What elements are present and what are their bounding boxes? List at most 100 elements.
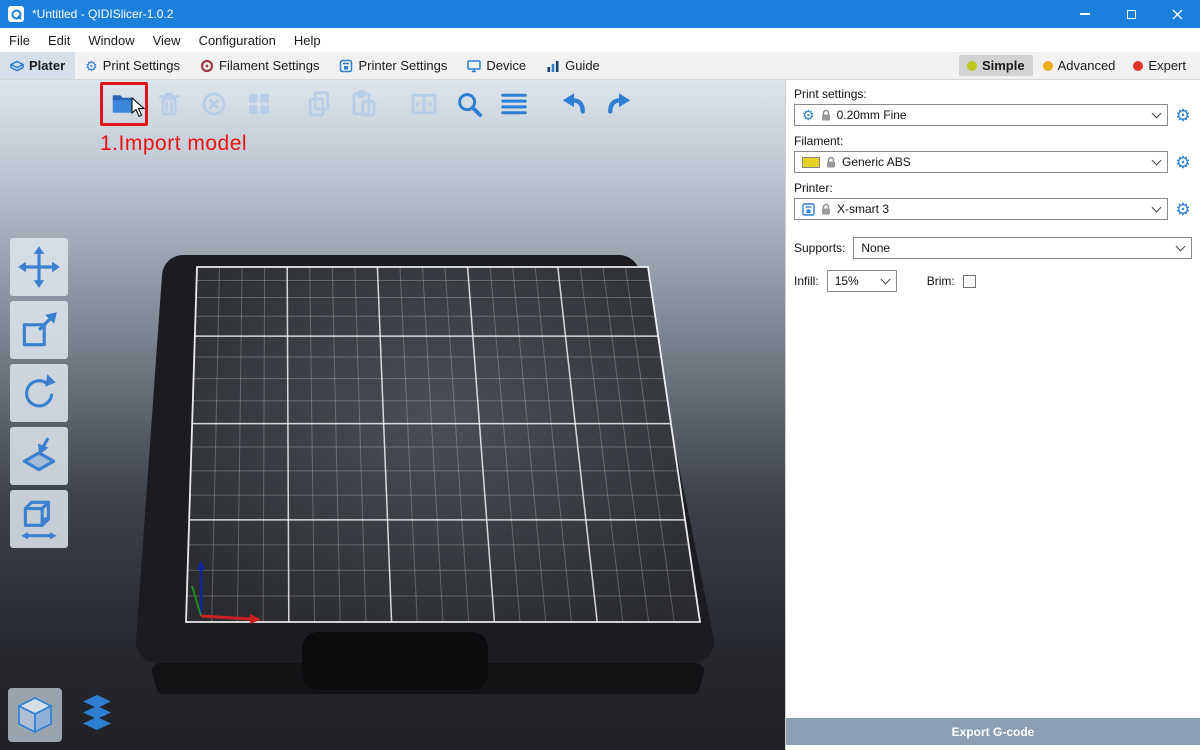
gear-icon: ⚙: [802, 108, 815, 122]
mode-advanced[interactable]: Advanced: [1035, 55, 1124, 76]
brim-checkbox[interactable]: [963, 275, 976, 288]
infill-select[interactable]: 15%: [827, 270, 897, 292]
delete-all-icon: [199, 89, 229, 119]
gear-icon: ⚙: [1175, 153, 1190, 172]
delete-button[interactable]: [151, 86, 187, 122]
tab-print-settings[interactable]: ⚙ Print Settings: [75, 52, 190, 79]
close-button[interactable]: [1154, 0, 1200, 28]
chevron-down-icon: [1152, 203, 1162, 213]
tab-filament-settings[interactable]: Filament Settings: [190, 52, 329, 79]
move-button[interactable]: [10, 238, 68, 296]
maximize-icon: [1127, 10, 1136, 19]
undo-icon: [559, 89, 589, 119]
chevron-down-icon: [880, 275, 890, 285]
minimize-button[interactable]: [1062, 0, 1108, 28]
maximize-button[interactable]: [1108, 0, 1154, 28]
close-icon: [1172, 9, 1183, 20]
mode-simple[interactable]: Simple: [959, 55, 1033, 76]
menu-item-window[interactable]: Window: [79, 28, 143, 52]
arrange-icon: [244, 89, 274, 119]
printer-select[interactable]: X-smart 3: [794, 198, 1168, 220]
print-settings-value: 0.20mm Fine: [837, 108, 907, 122]
print-settings-gear-button[interactable]: ⚙: [1174, 107, 1192, 124]
redo-icon: [604, 89, 634, 119]
settings-sidebar: Print settings: ⚙ 0.20mm Fine ⚙ Filament…: [785, 80, 1200, 750]
tab-plater[interactable]: Plater: [0, 52, 75, 79]
menu-bar: File Edit Window View Configuration Help: [0, 28, 1200, 52]
plater-icon: [10, 59, 24, 73]
delete-all-button[interactable]: [196, 86, 232, 122]
search-button[interactable]: [451, 86, 487, 122]
window-title: *Untitled - QIDISlicer-1.0.2: [32, 7, 173, 21]
gear-icon: ⚙: [1175, 200, 1190, 219]
filament-gear-button[interactable]: ⚙: [1174, 154, 1192, 171]
copy-icon: [304, 89, 334, 119]
redo-button[interactable]: [601, 86, 637, 122]
measure-button[interactable]: [10, 490, 68, 548]
filament-color-swatch: [802, 157, 820, 168]
mode-expert[interactable]: Expert: [1125, 55, 1194, 76]
menu-item-edit[interactable]: Edit: [39, 28, 79, 52]
infill-value: 15%: [835, 274, 859, 288]
chevron-down-icon: [1152, 109, 1162, 119]
layers-icon: [75, 693, 119, 737]
split-button[interactable]: [406, 86, 442, 122]
print-bed-canvas[interactable]: [0, 80, 785, 750]
preview-layers-button[interactable]: [70, 688, 124, 742]
scale-icon: [16, 307, 62, 353]
split-window-icon: [409, 89, 439, 119]
arrange-button[interactable]: [241, 86, 277, 122]
tab-device[interactable]: Device: [457, 52, 536, 79]
copy-button[interactable]: [301, 86, 337, 122]
view-3d-button[interactable]: [8, 688, 62, 742]
printer-label: Printer:: [794, 181, 1192, 195]
filament-select[interactable]: Generic ABS: [794, 151, 1168, 173]
search-icon: [454, 89, 484, 119]
place-on-face-button[interactable]: [10, 427, 68, 485]
minimize-icon: [1080, 13, 1090, 15]
gear-icon: ⚙: [1175, 106, 1190, 125]
filament-label: Filament:: [794, 134, 1192, 148]
place-on-face-icon: [16, 433, 62, 479]
lock-icon: [826, 156, 836, 168]
gizmo-toolbar: [10, 238, 68, 548]
filament-spool-icon: [200, 59, 214, 73]
menu-item-help[interactable]: Help: [285, 28, 330, 52]
layer-list-icon: [499, 89, 529, 119]
move-icon: [16, 244, 62, 290]
advanced-mode-icon: [1043, 61, 1053, 71]
undo-button[interactable]: [556, 86, 592, 122]
supports-select[interactable]: None: [853, 237, 1192, 259]
supports-value: None: [861, 241, 890, 255]
printer-icon: [339, 59, 353, 73]
export-gcode-button[interactable]: Export G-code: [786, 718, 1200, 745]
trash-icon: [154, 89, 184, 119]
chevron-down-icon: [1152, 156, 1162, 166]
filament-value: Generic ABS: [842, 155, 911, 169]
tab-printer-settings[interactable]: Printer Settings: [329, 52, 457, 79]
titlebar[interactable]: *Untitled - QIDISlicer-1.0.2: [0, 0, 1200, 28]
variable-layer-button[interactable]: [496, 86, 532, 122]
print-settings-select[interactable]: ⚙ 0.20mm Fine: [794, 104, 1168, 126]
menu-item-file[interactable]: File: [0, 28, 39, 52]
monitor-icon: [467, 59, 481, 73]
printer-gear-button[interactable]: ⚙: [1174, 201, 1192, 218]
rotate-button[interactable]: [10, 364, 68, 422]
tab-bar: Plater ⚙ Print Settings Filament Setting…: [0, 52, 1200, 80]
tab-guide[interactable]: Guide: [536, 52, 610, 79]
view-switch: [8, 688, 124, 742]
menu-item-configuration[interactable]: Configuration: [190, 28, 285, 52]
scale-button[interactable]: [10, 301, 68, 359]
paste-icon: [349, 89, 379, 119]
rotate-icon: [16, 370, 62, 416]
guide-bars-icon: [546, 59, 560, 73]
paste-button[interactable]: [346, 86, 382, 122]
viewport-toolbar: [106, 86, 637, 122]
3d-viewport[interactable]: 1.Import model: [0, 80, 785, 750]
simple-mode-icon: [967, 61, 977, 71]
brim-label: Brim:: [927, 274, 955, 288]
gear-icon: ⚙: [85, 59, 98, 73]
menu-item-view[interactable]: View: [144, 28, 190, 52]
lock-icon: [821, 203, 831, 215]
infill-label: Infill:: [794, 274, 819, 288]
